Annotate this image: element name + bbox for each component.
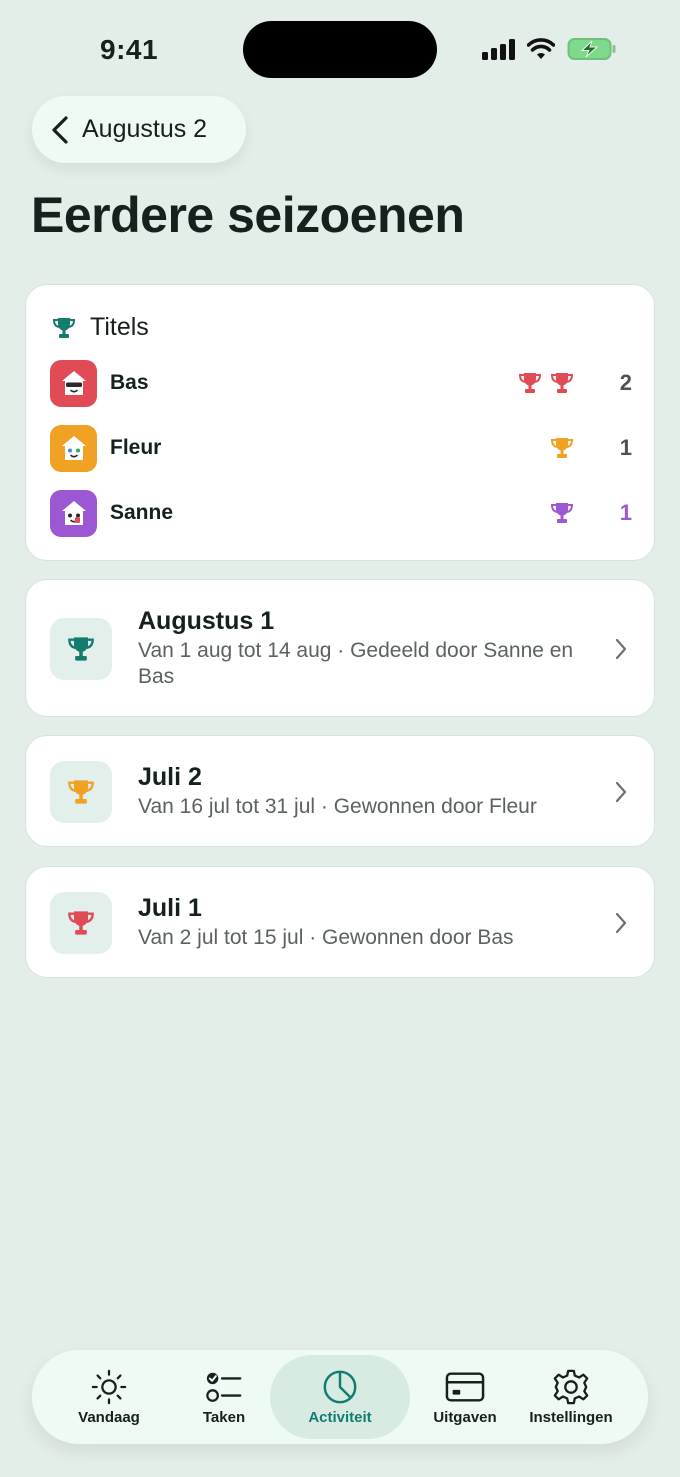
- tab-taken[interactable]: Taken: [172, 1350, 276, 1444]
- status-icons: [482, 37, 617, 61]
- house-face-icon: [61, 501, 86, 525]
- titles-card: Titels Bas 2 Fleur 1 Sanne 1: [25, 284, 655, 561]
- avatar: [50, 489, 97, 537]
- trophy-icon: [550, 438, 574, 458]
- player-trophies: [518, 371, 574, 395]
- house-face-icon: [61, 371, 86, 395]
- season-text: Augustus 1 Van 1 aug tot 14 aug · Gedeel…: [138, 606, 588, 690]
- tab-label: Taken: [202, 1409, 246, 1426]
- player-trophies: [550, 501, 574, 525]
- season-subtitle: Van 1 aug tot 14 aug · Gedeeld door Sann…: [138, 639, 574, 688]
- title-count: 1: [619, 500, 632, 525]
- tab-activiteit[interactable]: Activiteit: [270, 1355, 410, 1439]
- season-card-juli-2[interactable]: Juli 2 Van 16 jul tot 31 jul · Gewonnen …: [25, 735, 655, 847]
- tab-bar: Vandaag Taken Activiteit Uitgaven Instel…: [32, 1350, 648, 1444]
- player-name: Fleur: [110, 436, 162, 459]
- trophy-icon: [68, 780, 94, 804]
- season-trophy-badge: [50, 892, 112, 954]
- season-trophy-badge: [50, 761, 112, 823]
- cellular-signal-icon: [482, 38, 515, 60]
- trophy-icon: [68, 637, 94, 661]
- player-name: Sanne: [110, 501, 174, 524]
- gear-icon: [553, 1369, 589, 1405]
- trophy-icon: [68, 911, 94, 935]
- player-row-fleur: Fleur 1: [50, 424, 632, 472]
- card-icon: [445, 1372, 485, 1402]
- titles-heading: Titels: [90, 313, 149, 341]
- pie-chart-icon: [323, 1370, 357, 1404]
- house-face-icon: [61, 436, 86, 460]
- trophy-icon: [550, 373, 574, 393]
- season-subtitle: Van 2 jul tot 15 jul · Gewonnen door Bas: [138, 926, 514, 949]
- title-count: 2: [619, 370, 632, 395]
- trophy-icon: [518, 373, 542, 393]
- player-row-bas: Bas 2: [50, 359, 632, 407]
- tab-uitgaven[interactable]: Uitgaven: [412, 1350, 518, 1444]
- season-card-augustus-1[interactable]: Augustus 1 Van 1 aug tot 14 aug · Gedeel…: [25, 579, 655, 717]
- season-subtitle: Van 16 jul tot 31 jul · Gewonnen door Fl…: [138, 795, 537, 818]
- season-title: Juli 2: [138, 763, 202, 791]
- battery-charging-icon: [567, 38, 616, 60]
- season-text: Juli 1 Van 2 jul tot 15 jul · Gewonnen d…: [138, 893, 588, 951]
- season-title: Augustus 1: [138, 607, 275, 635]
- chevron-right-icon: [615, 912, 627, 934]
- player-trophies: [550, 436, 574, 460]
- title-count: 1: [619, 435, 632, 460]
- checklist-icon: [206, 1372, 242, 1402]
- trophy-icon: [550, 503, 574, 523]
- chevron-right-icon: [615, 638, 627, 660]
- status-time: 9:41: [100, 34, 159, 65]
- titles-header: Titels: [52, 313, 149, 342]
- back-button[interactable]: Augustus 2: [32, 96, 246, 163]
- tab-label: Uitgaven: [433, 1409, 497, 1426]
- avatar: [50, 424, 97, 472]
- season-trophy-badge: [50, 618, 112, 680]
- page-title: Eerdere seizoenen: [31, 187, 465, 243]
- chevron-right-icon: [615, 781, 627, 803]
- season-text: Juli 2 Van 16 jul tot 31 jul · Gewonnen …: [138, 762, 588, 820]
- tab-instellingen[interactable]: Instellingen: [522, 1350, 620, 1444]
- tab-label: Instellingen: [529, 1409, 613, 1426]
- player-name: Bas: [110, 371, 149, 394]
- player-row-sanne: Sanne 1: [50, 489, 632, 537]
- sun-icon: [91, 1369, 127, 1405]
- trophy-icon: [52, 317, 76, 338]
- tab-vandaag[interactable]: Vandaag: [56, 1350, 162, 1444]
- season-card-juli-1[interactable]: Juli 1 Van 2 jul tot 15 jul · Gewonnen d…: [25, 866, 655, 978]
- dynamic-island: [243, 21, 437, 78]
- back-button-label: Augustus 2: [82, 115, 208, 143]
- tab-label: Vandaag: [78, 1409, 140, 1426]
- wifi-icon: [527, 38, 555, 59]
- avatar: [50, 359, 97, 407]
- chevron-left-icon: [52, 115, 68, 144]
- season-title: Juli 1: [138, 894, 202, 922]
- tab-label: Activiteit: [308, 1409, 372, 1426]
